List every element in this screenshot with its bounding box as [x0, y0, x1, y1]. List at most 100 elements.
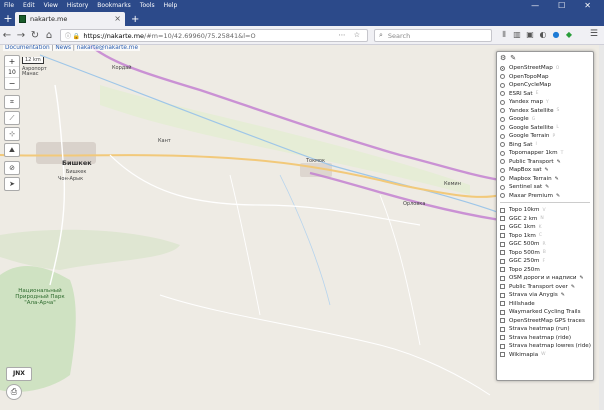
- radio-button[interactable]: [500, 99, 505, 105]
- layer-item[interactable]: Google Satellite L: [500, 124, 590, 133]
- menu-bookmarks[interactable]: Bookmarks: [97, 2, 131, 9]
- screenshot-icon[interactable]: ▣: [526, 30, 534, 39]
- radio-button[interactable]: [500, 82, 505, 88]
- radio-button[interactable]: [500, 193, 505, 199]
- library-icon[interactable]: ⫴: [500, 30, 508, 39]
- layer-item[interactable]: OpenStreetMap GPS traces: [500, 317, 590, 326]
- extension-green-icon[interactable]: ◆: [565, 30, 573, 39]
- layer-item[interactable]: OpenCycleMap: [500, 81, 590, 90]
- news-link[interactable]: News: [55, 45, 71, 51]
- reader-icon[interactable]: ◐: [539, 30, 547, 39]
- layer-item[interactable]: MapBox sat ✎: [500, 166, 590, 175]
- pencil-icon[interactable]: ✎: [571, 284, 575, 290]
- layer-item[interactable]: Google G: [500, 115, 590, 124]
- tab-close-icon[interactable]: ×: [114, 14, 121, 23]
- radio-button[interactable]: [500, 184, 505, 190]
- elevation-icon[interactable]: ⛰: [4, 143, 20, 157]
- checkbox[interactable]: [500, 250, 505, 256]
- layer-item[interactable]: Topo 1km C: [500, 232, 590, 241]
- menu-tools[interactable]: Tools: [140, 2, 155, 9]
- menu-icon[interactable]: ☰: [590, 29, 598, 39]
- layer-item[interactable]: Public Transport ✎: [500, 158, 590, 167]
- coordinates-icon[interactable]: ⊹: [4, 127, 20, 141]
- print-icon[interactable]: ⎙: [6, 384, 22, 400]
- layer-item[interactable]: Topomapper 1km T: [500, 149, 590, 158]
- radio-button[interactable]: [500, 116, 505, 122]
- new-tab-button[interactable]: +: [131, 14, 139, 25]
- layer-item[interactable]: Strava heatmap lowres (ride): [500, 342, 591, 351]
- radio-button[interactable]: [500, 108, 505, 114]
- checkbox[interactable]: [500, 275, 505, 281]
- info-icon[interactable]: ⓘ 🔒: [65, 31, 80, 40]
- checkbox[interactable]: [500, 284, 505, 290]
- checkbox[interactable]: [500, 335, 505, 341]
- menu-file[interactable]: File: [4, 2, 14, 9]
- checkbox[interactable]: [500, 258, 505, 264]
- settings-icon[interactable]: ⚙: [500, 54, 506, 63]
- radio-button[interactable]: [500, 142, 505, 148]
- jnx-button[interactable]: JNX: [6, 367, 32, 381]
- pencil-icon[interactable]: ✎: [580, 275, 584, 281]
- tab-nakarte[interactable]: nakarte.me ×: [15, 12, 125, 26]
- pencil-icon[interactable]: ✎: [556, 193, 560, 199]
- search-input[interactable]: ⌕ Search: [374, 29, 492, 42]
- radio-button[interactable]: [500, 65, 505, 71]
- layer-item[interactable]: Topo 250m: [500, 266, 590, 275]
- zoom-out-button[interactable]: −: [5, 78, 19, 89]
- url-bar[interactable]: ⓘ 🔒 https://nakarte.me /#m=10/42.69960/7…: [60, 29, 368, 42]
- checkbox[interactable]: [500, 292, 505, 298]
- layer-item[interactable]: GGC 500m R: [500, 240, 590, 249]
- checkbox[interactable]: [500, 216, 505, 222]
- page-actions-icon[interactable]: ⋯ ☆: [338, 31, 363, 39]
- checkbox[interactable]: [500, 343, 505, 349]
- radio-button[interactable]: [500, 167, 505, 173]
- checkbox[interactable]: [500, 301, 505, 307]
- layer-item[interactable]: Strava heatmap (run): [500, 325, 590, 334]
- radio-button[interactable]: [500, 91, 505, 97]
- layer-item[interactable]: Yandex map Y: [500, 98, 590, 107]
- pencil-icon[interactable]: ✎: [561, 292, 565, 298]
- forward-icon[interactable]: →: [14, 30, 28, 41]
- radio-button[interactable]: [500, 159, 505, 165]
- page-scrollbar[interactable]: [599, 45, 604, 410]
- menu-edit[interactable]: Edit: [23, 2, 35, 9]
- checkbox[interactable]: [500, 241, 505, 247]
- layer-item[interactable]: GGC 2 km N: [500, 215, 590, 224]
- checkbox[interactable]: [500, 318, 505, 324]
- email-link[interactable]: nakarte@nakarte.me: [77, 45, 138, 51]
- layer-item[interactable]: Topo 500m B: [500, 249, 590, 258]
- layer-item[interactable]: Topo 10km V: [500, 206, 590, 215]
- layer-item[interactable]: OpenTopoMap: [500, 73, 590, 82]
- checkbox[interactable]: [500, 233, 505, 239]
- grid-icon[interactable]: ⌗: [4, 95, 20, 109]
- pencil-icon[interactable]: ✎: [545, 167, 549, 173]
- menu-help[interactable]: Help: [164, 2, 178, 9]
- pencil-icon[interactable]: ✎: [557, 159, 561, 165]
- layer-item[interactable]: Yandex Satellite S: [500, 107, 590, 116]
- layer-item[interactable]: Public Transport over ✎: [500, 283, 590, 292]
- menu-history[interactable]: History: [67, 2, 88, 9]
- layer-item[interactable]: Sentinel sat ✎: [500, 183, 590, 192]
- layer-item[interactable]: GGC 1km K: [500, 223, 590, 232]
- back-icon[interactable]: ←: [0, 30, 14, 41]
- radio-button[interactable]: [500, 176, 505, 182]
- ruler-icon[interactable]: ⟋: [4, 111, 20, 125]
- layer-item[interactable]: Strava via Anygis ✎: [500, 291, 590, 300]
- edit-icon[interactable]: ✎: [510, 54, 516, 63]
- add-tab-icon[interactable]: +: [1, 12, 15, 26]
- checkbox[interactable]: [500, 326, 505, 332]
- layer-item[interactable]: Maxar Premium ✎: [500, 192, 590, 201]
- checkbox[interactable]: [500, 352, 505, 358]
- layer-item[interactable]: Google Terrain P: [500, 132, 590, 141]
- checkbox[interactable]: [500, 309, 505, 315]
- locate-icon[interactable]: ➤: [4, 177, 20, 191]
- layer-item[interactable]: Bing Sat I: [500, 141, 590, 150]
- home-icon[interactable]: ⌂: [42, 30, 56, 41]
- radio-button[interactable]: [500, 133, 505, 139]
- layer-item[interactable]: GGC 250m F: [500, 257, 590, 266]
- layer-item[interactable]: Mapbox Terrain ✎: [500, 175, 590, 184]
- hide-icon[interactable]: ⊘: [4, 161, 20, 175]
- layer-item[interactable]: Hillshade: [500, 300, 590, 309]
- layer-item[interactable]: Wikimapia W: [500, 351, 590, 360]
- window-close-button[interactable]: ✕: [584, 1, 591, 10]
